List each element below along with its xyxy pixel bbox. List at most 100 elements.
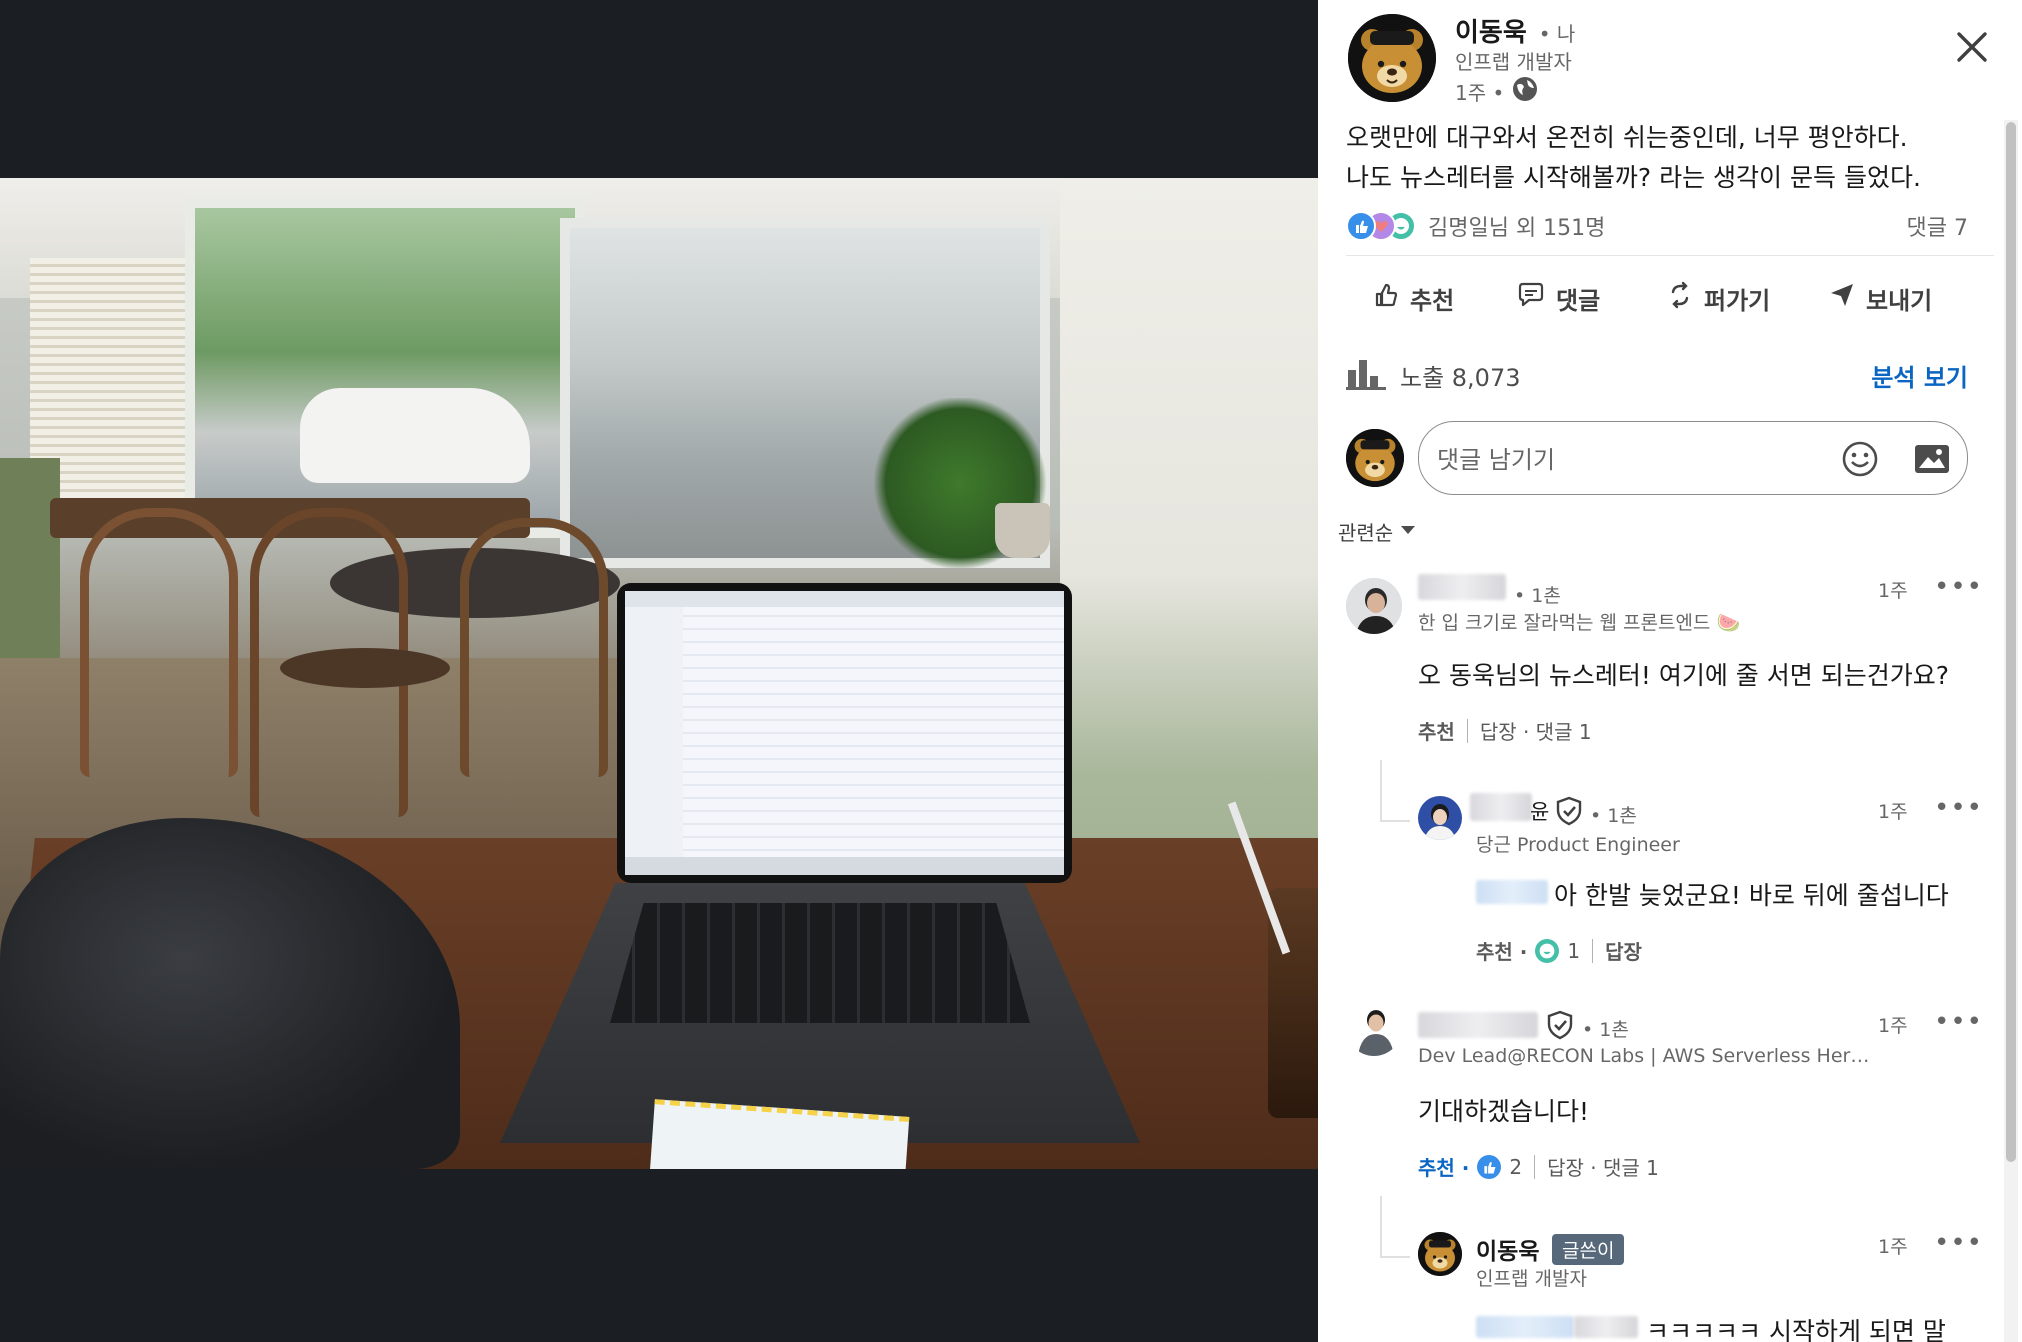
my-avatar xyxy=(1346,429,1404,487)
comment-like-button[interactable]: 추천 xyxy=(1418,716,1455,745)
comment-button[interactable]: 댓글 xyxy=(1516,276,1600,320)
commenter-headline: Dev Lead@RECON Labs | AWS Serverless Her… xyxy=(1418,1045,1870,1067)
post-body: 오랫만에 대구와서 온전히 쉬는중인데, 너무 평안하다. 나도 뉴스레터를 시… xyxy=(1346,118,1921,198)
more-icon[interactable]: ••• xyxy=(1934,572,1983,602)
impressions: 노출 8,073 xyxy=(1346,356,1521,394)
photo-plant-pot xyxy=(995,503,1050,558)
photo-laptop-keyboard xyxy=(610,903,1030,1023)
reply-name-blurred[interactable] xyxy=(1470,793,1532,821)
reply-author-name[interactable]: 이동욱 xyxy=(1476,1232,1539,1266)
post-time: 1주 • xyxy=(1455,81,1505,105)
verified-icon xyxy=(1555,796,1583,830)
reply-headline: 인프랩 개발자 xyxy=(1476,1268,1587,1290)
post-body-line: 나도 뉴스레터를 시작해볼까? 라는 생각이 문득 들었다. xyxy=(1346,163,1921,192)
emoji-icon[interactable] xyxy=(1841,440,1879,482)
mention-blurred[interactable] xyxy=(1476,880,1548,904)
comment-reply-button[interactable]: 답장 · 댓글 1 xyxy=(1480,716,1592,745)
comment-time: 1주 xyxy=(1878,1015,1908,1037)
comment-icon xyxy=(1516,281,1546,315)
author-headline: 인프랩 개발자 xyxy=(1455,50,1572,74)
like-button[interactable]: 추천 xyxy=(1372,276,1454,320)
repost-button[interactable]: 퍼가기 xyxy=(1666,276,1770,320)
reply-time: 1주 xyxy=(1878,801,1908,823)
like-reaction-icon xyxy=(1477,1154,1502,1179)
like-label: 추천 xyxy=(1410,286,1455,315)
photo-laptop-screen xyxy=(617,583,1072,883)
media-viewer xyxy=(0,0,1318,1342)
commenter-headline: 한 입 크기로 잘라먹는 웹 프론트엔드 🍉 xyxy=(1418,612,1741,634)
caret-down-icon xyxy=(1399,522,1417,541)
photo-window-left xyxy=(185,198,585,538)
more-icon[interactable]: ••• xyxy=(1934,793,1983,823)
reply-avatar[interactable] xyxy=(1418,796,1462,840)
thread-line xyxy=(1380,1256,1410,1258)
photo-chair-1 xyxy=(80,508,238,777)
reply-degree: • 1촌 xyxy=(1590,805,1637,827)
reactions-summary[interactable]: 김명일님 외 151명 xyxy=(1346,210,1605,242)
send-label: 보내기 xyxy=(1866,286,1933,315)
reply-headline: 당근 Product Engineer xyxy=(1476,834,1680,856)
photo-chair-3 xyxy=(460,518,608,777)
reply-time: 1주 xyxy=(1878,1236,1908,1258)
view-analytics-link[interactable]: 분석 보기 xyxy=(1871,358,1968,393)
author-name[interactable]: 이동욱 xyxy=(1455,12,1527,49)
scrollbar-thumb[interactable] xyxy=(2006,122,2016,1162)
bar-chart-icon xyxy=(1346,356,1386,394)
commenter-degree: • 1촌 xyxy=(1582,1019,1629,1041)
comment-label: 댓글 xyxy=(1556,286,1601,315)
thread-line xyxy=(1380,1196,1382,1258)
comment-body: 오 동욱님의 뉴스레터! 여기에 줄 서면 되는건가요? xyxy=(1418,661,1949,690)
repost-label: 퍼가기 xyxy=(1704,286,1771,315)
thread-line xyxy=(1380,760,1382,822)
commenter-name-blurred[interactable] xyxy=(1418,574,1506,600)
photo-car xyxy=(300,388,530,483)
commenter-degree: • 1촌 xyxy=(1514,585,1561,607)
reply-avatar[interactable] xyxy=(1418,1232,1462,1276)
commenter-avatar[interactable] xyxy=(1346,1000,1402,1056)
verified-icon xyxy=(1546,1010,1574,1044)
post-body-line: 오랫만에 대구와서 온전히 쉬는중인데, 너무 평안하다. xyxy=(1346,123,1908,152)
send-icon xyxy=(1828,281,1856,315)
reply-reply-button[interactable]: 답장 xyxy=(1605,936,1642,965)
image-icon[interactable] xyxy=(1913,442,1951,480)
sort-dropdown[interactable]: 관련순 xyxy=(1338,517,1417,546)
post-panel: 이동욱 • 나 인프랩 개발자 1주 • 오랫만에 대구와서 온전히 쉬는중인데… xyxy=(1318,0,2022,1342)
author-avatar[interactable] xyxy=(1348,14,1436,102)
reply-body: ㅋㅋㅋㅋㅋ 시작하게 되면 말 xyxy=(1646,1317,1946,1342)
comment-placeholder: 댓글 남기기 xyxy=(1437,446,1556,474)
impressions-text: 노출 8,073 xyxy=(1400,363,1521,392)
funny-reaction-icon xyxy=(1535,938,1560,963)
close-icon[interactable] xyxy=(1949,24,1995,70)
comments-count[interactable]: 댓글 7 xyxy=(1907,210,1968,242)
thread-line xyxy=(1380,820,1410,822)
commenter-avatar[interactable] xyxy=(1346,578,1402,634)
more-icon[interactable]: ••• xyxy=(1934,1007,1983,1037)
reply-body: 아 한발 늦었군요! 바로 뒤에 줄섭니다 xyxy=(1554,881,1949,910)
reactions-text[interactable]: 김명일님 외 151명 xyxy=(1428,210,1605,242)
divider xyxy=(1346,255,1994,256)
comment-input[interactable]: 댓글 남기기 xyxy=(1418,421,1968,495)
reply-like-count[interactable]: 1 xyxy=(1567,939,1580,963)
photo-chair-seat xyxy=(280,648,450,688)
comment-time: 1주 xyxy=(1878,580,1908,602)
more-icon[interactable]: ••• xyxy=(1934,1228,1983,1258)
reply-like-button[interactable]: 추천 · xyxy=(1476,936,1527,965)
repost-icon xyxy=(1666,281,1694,315)
author-degree: • 나 xyxy=(1538,22,1576,46)
send-button[interactable]: 보내기 xyxy=(1828,276,1932,320)
like-reaction-icon xyxy=(1346,211,1376,241)
mention-blurred[interactable] xyxy=(1574,1316,1638,1338)
post-photo xyxy=(0,178,1318,1169)
mention-blurred[interactable] xyxy=(1476,1316,1574,1338)
comment-reply-button[interactable]: 답장 · 댓글 1 xyxy=(1547,1152,1659,1181)
author-badge: 글쓴이 xyxy=(1552,1234,1625,1265)
reply-name-suffix[interactable]: 윤 xyxy=(1530,796,1549,826)
comment-body: 기대하겠습니다! xyxy=(1418,1097,1590,1126)
comment-like-button[interactable]: 추천 · xyxy=(1418,1152,1469,1181)
commenter-name-blurred[interactable] xyxy=(1418,1012,1538,1038)
scrollbar-track[interactable] xyxy=(2004,120,2018,1342)
sort-label: 관련순 xyxy=(1338,521,1394,545)
thumbs-up-icon xyxy=(1372,281,1400,315)
comment-like-count[interactable]: 2 xyxy=(1509,1155,1522,1179)
globe-icon xyxy=(1512,76,1538,107)
